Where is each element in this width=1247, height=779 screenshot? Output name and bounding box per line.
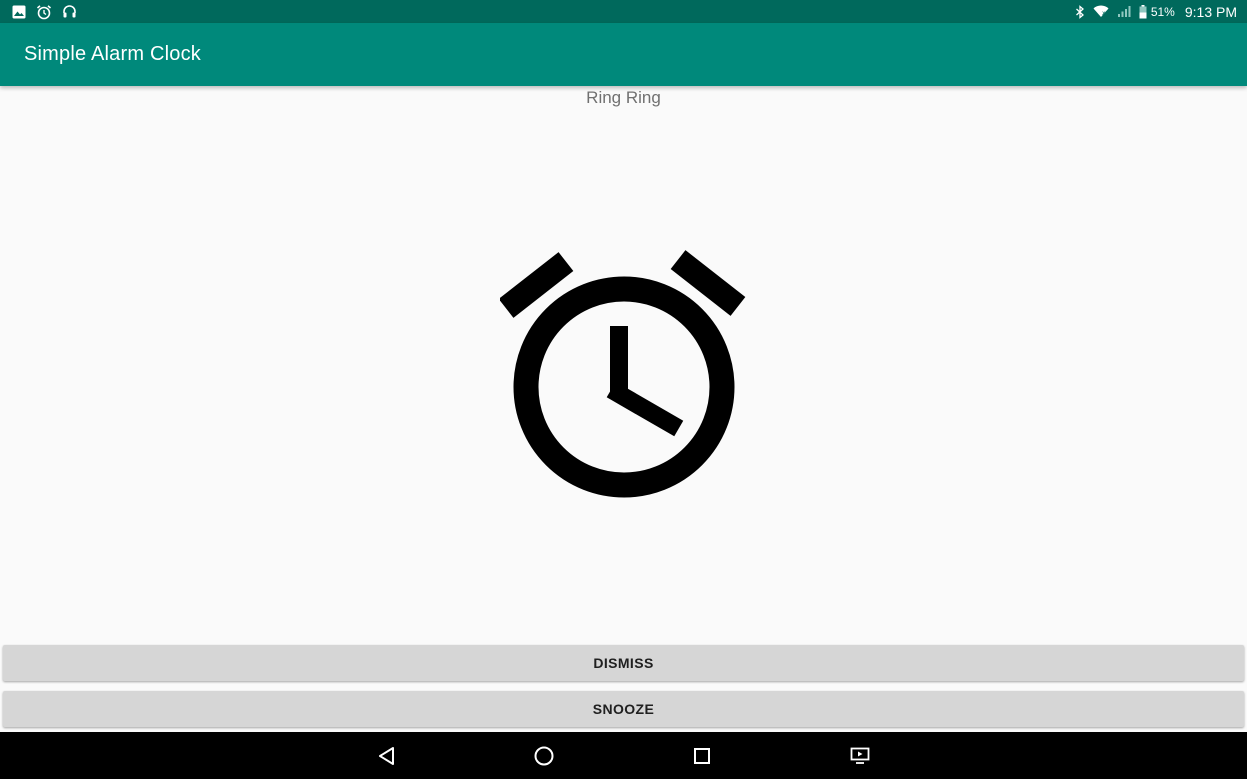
app-bar: Simple Alarm Clock bbox=[0, 23, 1247, 86]
svg-text:x: x bbox=[1102, 10, 1106, 17]
back-icon[interactable] bbox=[375, 744, 399, 768]
image-icon bbox=[12, 5, 26, 19]
battery-percentage: 51% bbox=[1150, 4, 1175, 19]
status-bar: x 51% 9:13 PM bbox=[0, 0, 1247, 23]
bluetooth-icon bbox=[1075, 4, 1085, 19]
screen-cast-icon[interactable] bbox=[848, 744, 872, 768]
snooze-button[interactable]: SNOOZE bbox=[3, 691, 1244, 727]
status-bar-right: x 51% 9:13 PM bbox=[1067, 4, 1237, 20]
alarm-clock-icon bbox=[498, 250, 746, 498]
dismiss-button[interactable]: DISMISS bbox=[3, 645, 1244, 681]
wifi-icon: x bbox=[1093, 5, 1109, 18]
status-bar-left bbox=[12, 4, 87, 20]
signal-icon bbox=[1117, 5, 1131, 18]
recents-icon[interactable] bbox=[690, 744, 714, 768]
alarm-icon bbox=[36, 4, 52, 20]
alarm-label: Ring Ring bbox=[586, 88, 661, 107]
home-icon[interactable] bbox=[532, 744, 556, 768]
navigation-bar bbox=[0, 732, 1247, 779]
status-time: 9:13 PM bbox=[1184, 3, 1237, 20]
app-title: Simple Alarm Clock bbox=[24, 43, 201, 65]
headset-icon bbox=[62, 4, 77, 19]
battery-icon bbox=[1139, 4, 1147, 19]
